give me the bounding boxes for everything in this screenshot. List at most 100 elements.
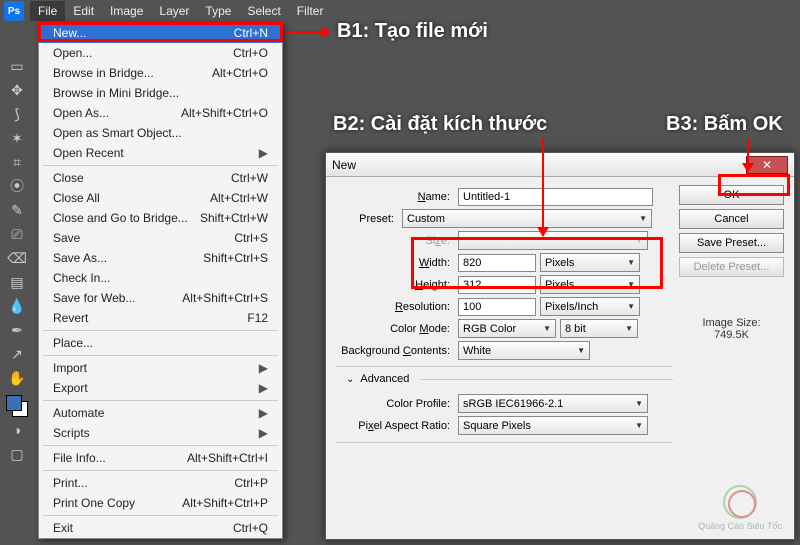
wand-tool-icon[interactable]: ✶ [6,127,28,149]
chevron-down-icon: ⌄ [346,374,354,385]
menu-item-save-as[interactable]: Save As...Shift+Ctrl+S [39,248,282,268]
submenu-arrow-icon: ▶ [259,406,268,420]
menu-item-print-one-copy[interactable]: Print One CopyAlt+Shift+Ctrl+P [39,493,282,513]
width-unit-select[interactable]: Pixels▼ [540,253,640,272]
menu-item-close-all[interactable]: Close AllAlt+Ctrl+W [39,188,282,208]
menu-select[interactable]: Select [239,1,288,21]
eraser-tool-icon[interactable]: ⌫ [6,247,28,269]
move-tool-icon[interactable]: ✥ [6,79,28,101]
submenu-arrow-icon: ▶ [259,381,268,395]
marquee-tool-icon[interactable]: ▭ [6,55,28,77]
menu-layer[interactable]: Layer [151,1,197,21]
profile-label: Color Profile: [336,398,454,410]
menu-item-close-and-go-to-bridge[interactable]: Close and Go to Bridge...Shift+Ctrl+W [39,208,282,228]
menu-item-open-recent[interactable]: Open Recent▶ [39,143,282,163]
cancel-button[interactable]: Cancel [679,209,784,229]
annot-b1: B1: Tạo file mới [337,20,488,43]
mode-select[interactable]: RGB Color▼ [458,319,556,338]
name-label: Name: [336,191,454,203]
menu-item-export[interactable]: Export▶ [39,378,282,398]
arrow-b1 [285,31,330,33]
dialog-titlebar[interactable]: New ✕ [326,153,794,177]
width-input[interactable] [458,254,536,272]
menu-separator [43,515,278,516]
width-label: Width: [336,257,454,269]
menu-separator [43,165,278,166]
menu-item-automate[interactable]: Automate▶ [39,403,282,423]
menu-item-place[interactable]: Place... [39,333,282,353]
par-label: Pixel Aspect Ratio: [336,420,454,432]
menu-file[interactable]: File [30,1,65,21]
menu-item-exit[interactable]: ExitCtrl+Q [39,518,282,538]
gradient-tool-icon[interactable]: ▤ [6,271,28,293]
size-label: Size: [336,235,454,247]
menu-item-open-as-smart-object[interactable]: Open as Smart Object... [39,123,282,143]
menu-edit[interactable]: Edit [65,1,102,21]
menu-type[interactable]: Type [197,1,239,21]
menu-item-scripts[interactable]: Scripts▶ [39,423,282,443]
menu-item-check-in[interactable]: Check In... [39,268,282,288]
menu-item-save-for-web[interactable]: Save for Web...Alt+Shift+Ctrl+S [39,288,282,308]
submenu-arrow-icon: ▶ [259,361,268,375]
name-input[interactable] [458,188,653,206]
menu-separator [43,470,278,471]
lasso-tool-icon[interactable]: ⟆ [6,103,28,125]
advanced-toggle[interactable]: ⌄ Advanced [336,371,673,391]
height-unit-select[interactable]: Pixels▼ [540,275,640,294]
menu-item-print[interactable]: Print...Ctrl+P [39,473,282,493]
new-dialog: New ✕ Name: Preset: Custom▼ Size: ▼ Widt… [325,152,795,540]
res-label: Resolution: [336,301,454,313]
bg-label: Background Contents: [336,345,454,357]
preset-label: Preset: [336,213,398,225]
menu-item-close[interactable]: CloseCtrl+W [39,168,282,188]
color-swatch[interactable] [6,395,28,417]
image-size-readout: Image Size: 749.5K [679,317,784,341]
menu-separator [43,445,278,446]
preset-select[interactable]: Custom▼ [402,209,652,228]
submenu-arrow-icon: ▶ [259,146,268,160]
app-logo: Ps [4,1,24,21]
res-unit-select[interactable]: Pixels/Inch▼ [540,297,640,316]
path-tool-icon[interactable]: ↗ [6,343,28,365]
toolbox: ▭ ✥ ⟆ ✶ ⌗ ⦿ ✎ ⎚ ⌫ ▤ 💧 ✒ ↗ ✋ ◑ ▢ [3,52,31,468]
save-preset-button[interactable]: Save Preset... [679,233,784,253]
menu-item-save[interactable]: SaveCtrl+S [39,228,282,248]
menu-filter[interactable]: Filter [289,1,332,21]
stamp-tool-icon[interactable]: ⎚ [6,223,28,245]
menu-item-new[interactable]: New...Ctrl+N [39,23,282,43]
par-select[interactable]: Square Pixels▼ [458,416,648,435]
menu-item-import[interactable]: Import▶ [39,358,282,378]
menu-image[interactable]: Image [102,1,151,21]
menu-separator [43,330,278,331]
menu-item-revert[interactable]: RevertF12 [39,308,282,328]
menu-item-browse-in-mini-bridge[interactable]: Browse in Mini Bridge... [39,83,282,103]
annot-b3: B3: Bấm OK [666,113,783,136]
ok-button[interactable]: OK [679,185,784,205]
arrow-b3 [747,138,749,172]
menu-separator [43,400,278,401]
height-label: Height: [336,279,454,291]
pen-tool-icon[interactable]: ✒ [6,319,28,341]
size-select: ▼ [458,231,648,250]
hand-tool-icon[interactable]: ✋ [6,367,28,389]
quickmask-icon[interactable]: ◑ [6,419,28,441]
bg-select[interactable]: White▼ [458,341,590,360]
menu-item-open[interactable]: Open...Ctrl+O [39,43,282,63]
res-input[interactable] [458,298,536,316]
depth-select[interactable]: 8 bit▼ [560,319,638,338]
menu-item-open-as[interactable]: Open As...Alt+Shift+Ctrl+O [39,103,282,123]
delete-preset-button: Delete Preset... [679,257,784,277]
screenmode-icon[interactable]: ▢ [6,443,28,465]
profile-select[interactable]: sRGB IEC61966-2.1▼ [458,394,648,413]
brush-tool-icon[interactable]: ✎ [6,199,28,221]
height-input[interactable] [458,276,536,294]
dialog-title: New [332,158,356,172]
crop-tool-icon[interactable]: ⌗ [6,151,28,173]
arrow-b2 [542,138,544,236]
submenu-arrow-icon: ▶ [259,426,268,440]
eyedropper-tool-icon[interactable]: ⦿ [6,175,28,197]
menu-item-file-info[interactable]: File Info...Alt+Shift+Ctrl+I [39,448,282,468]
menu-item-browse-in-bridge[interactable]: Browse in Bridge...Alt+Ctrl+O [39,63,282,83]
menubar: Ps File Edit Image Layer Type Select Fil… [0,0,800,22]
blur-tool-icon[interactable]: 💧 [6,295,28,317]
